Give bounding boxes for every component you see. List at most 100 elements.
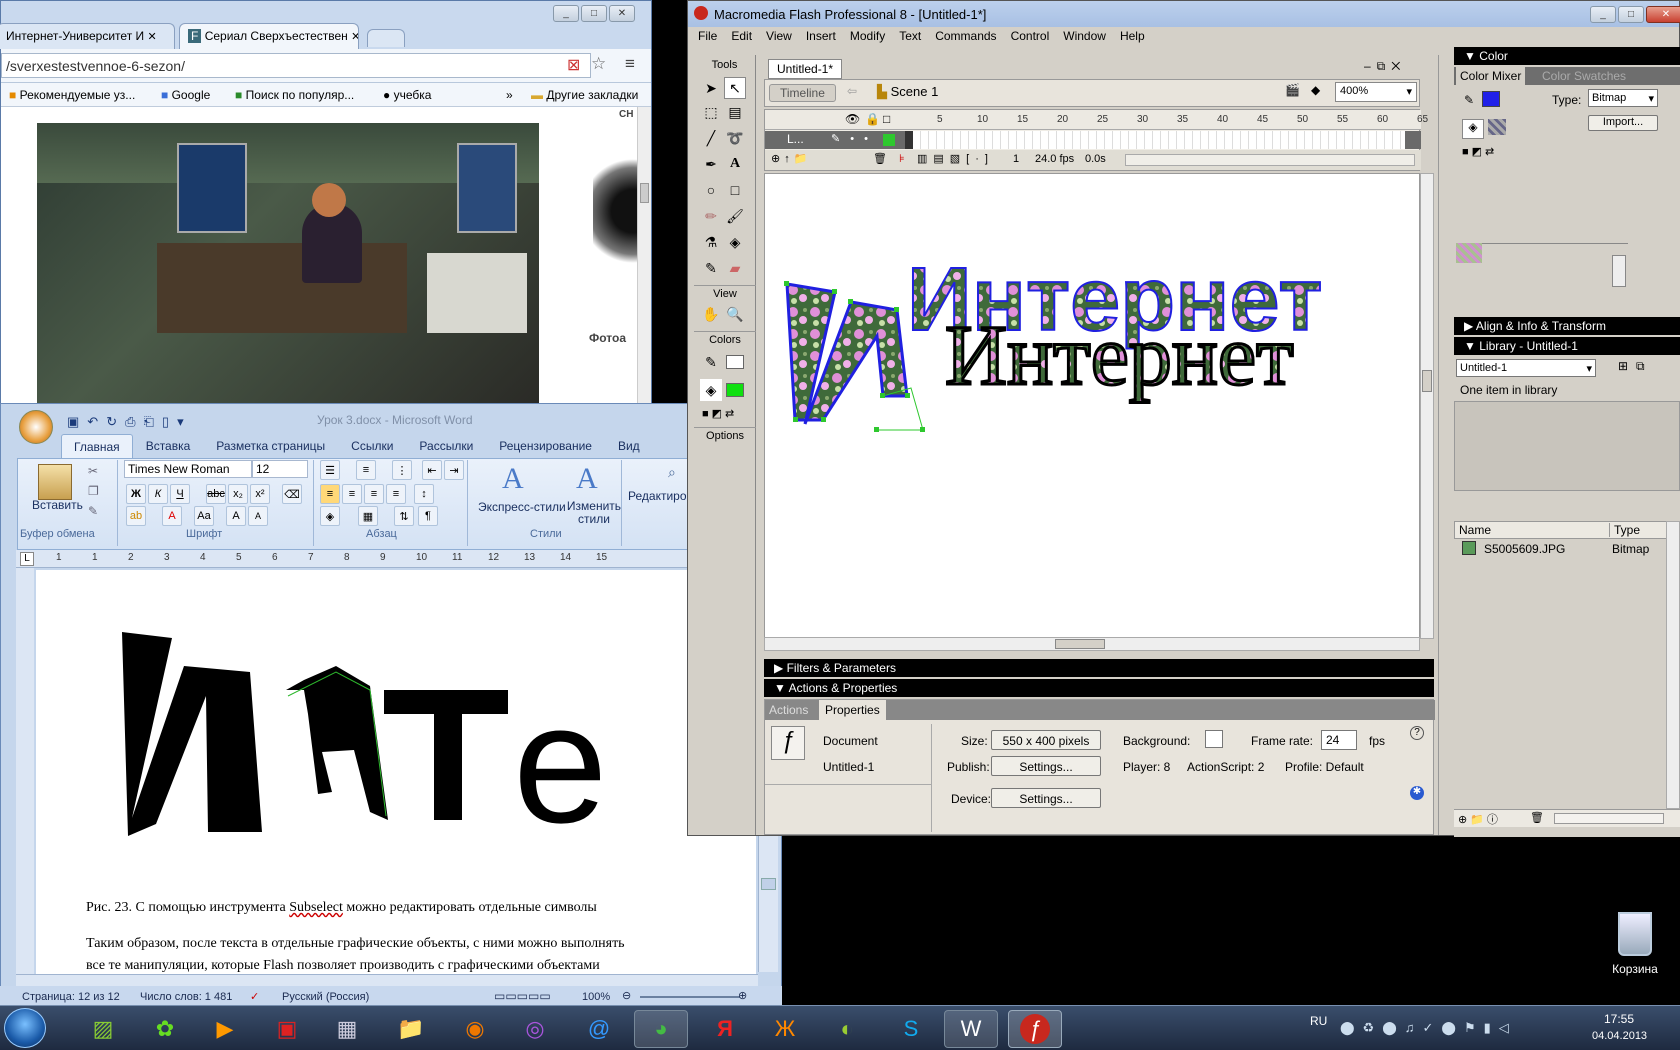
clock-date[interactable]: 04.04.2013 bbox=[1592, 1030, 1647, 1042]
quick-styles-icon[interactable]: A bbox=[502, 462, 524, 496]
bookmarks-overflow[interactable]: » bbox=[506, 88, 513, 102]
minimize-icon[interactable]: _ bbox=[1590, 6, 1616, 23]
tab-home[interactable]: Главная bbox=[61, 434, 133, 459]
pen-tool-icon[interactable]: ✒ bbox=[700, 153, 722, 175]
superscript-button[interactable]: x² bbox=[250, 484, 270, 504]
color-swap-icons[interactable]: ■◩⇄ bbox=[702, 407, 737, 420]
scroll-thumb[interactable] bbox=[1422, 370, 1432, 392]
bookmark-other[interactable]: ▬ Другие закладки bbox=[531, 88, 638, 102]
text-tool-icon[interactable]: A bbox=[724, 153, 746, 175]
change-styles-button[interactable]: Изменить стили bbox=[564, 500, 624, 526]
close-icon[interactable]: ✕ bbox=[351, 31, 358, 43]
start-button[interactable] bbox=[4, 1008, 46, 1048]
menu-text[interactable]: Text bbox=[899, 29, 921, 43]
line-tool-icon[interactable]: ╱ bbox=[700, 127, 722, 149]
odnoklassniki-icon[interactable]: Ж bbox=[758, 1010, 812, 1048]
fill-bucket-icon[interactable]: ◈ bbox=[1462, 119, 1484, 139]
gradient-transform-tool-icon[interactable]: ▤ bbox=[724, 101, 746, 123]
increase-indent-button[interactable]: ⇥ bbox=[444, 460, 464, 480]
arrow-tool-icon[interactable]: ➤ bbox=[700, 77, 722, 99]
firefox-icon[interactable]: ◉ bbox=[448, 1010, 502, 1048]
word-hscrollbar[interactable] bbox=[16, 974, 758, 986]
italic-button[interactable]: К bbox=[148, 484, 168, 504]
star-icon[interactable]: ☆ bbox=[591, 54, 606, 74]
paste-icon[interactable] bbox=[38, 464, 72, 500]
language-indicator[interactable]: RU bbox=[1310, 1014, 1327, 1028]
scroll-thumb[interactable] bbox=[761, 878, 776, 890]
tab-view[interactable]: Вид bbox=[605, 434, 653, 459]
view-buttons[interactable]: ▭▭▭▭▭ bbox=[494, 989, 551, 1003]
icq-icon[interactable]: ✿ bbox=[138, 1010, 192, 1048]
timeline-hscroll[interactable] bbox=[1125, 154, 1415, 166]
save-icon[interactable]: ▣ bbox=[67, 414, 79, 430]
layer-toggles[interactable]: ✎•• bbox=[831, 132, 878, 145]
grow-font-button[interactable]: A bbox=[226, 506, 246, 526]
print-icon[interactable]: ⎗ bbox=[144, 414, 154, 430]
status-language[interactable]: Русский (Россия) bbox=[282, 991, 369, 1003]
import-button[interactable]: Import... bbox=[1588, 115, 1658, 131]
show-marks-button[interactable]: ¶ bbox=[418, 506, 438, 526]
horizontal-ruler[interactable]: L 1 1 2 3 4 5 6 7 8 9 10 11 12 13 14 15 bbox=[16, 550, 781, 568]
status-words[interactable]: Число слов: 1 481 bbox=[140, 991, 232, 1003]
menu-icon[interactable]: ≡ bbox=[625, 54, 635, 74]
layer-row[interactable]: L... ✎•• bbox=[765, 131, 1421, 149]
office-button[interactable] bbox=[19, 410, 53, 444]
zoom-in-icon[interactable]: ⊕ bbox=[738, 989, 747, 1002]
actions-properties-bar[interactable]: ▼ Actions & Properties bbox=[764, 679, 1434, 697]
scroll-thumb[interactable] bbox=[1055, 639, 1105, 649]
clock-time[interactable]: 17:55 bbox=[1604, 1012, 1634, 1026]
maximize-icon[interactable]: □ bbox=[581, 5, 607, 22]
skype-icon[interactable]: S bbox=[884, 1010, 938, 1048]
bold-button[interactable]: Ж bbox=[126, 484, 146, 504]
chrome-taskbar-icon[interactable]: ◕ bbox=[634, 1010, 688, 1048]
strikethrough-button[interactable]: abc bbox=[206, 484, 226, 504]
spellcheck-icon[interactable]: ✓ bbox=[250, 990, 259, 1003]
cut-icon[interactable]: ✂ bbox=[88, 464, 98, 478]
library-hscroll[interactable] bbox=[1554, 813, 1664, 824]
quick-styles-button[interactable]: Экспресс-стили bbox=[478, 500, 566, 514]
type-select[interactable]: Bitmap ▾ bbox=[1588, 89, 1658, 107]
brush-tool-icon[interactable]: 🖌 bbox=[724, 205, 746, 227]
publish-settings-button[interactable]: Settings... bbox=[991, 756, 1101, 776]
document-page[interactable]: е Рис. 23. С помощью инструмента Subsele… bbox=[36, 570, 756, 974]
change-styles-icon[interactable]: A bbox=[576, 462, 598, 496]
font-name-select[interactable]: Times New Roman bbox=[124, 460, 252, 478]
keyframe[interactable] bbox=[905, 131, 913, 149]
shading-button[interactable]: ◈ bbox=[320, 506, 340, 526]
ink-bottle-tool-icon[interactable]: ⚗ bbox=[700, 231, 722, 253]
clear-format-button[interactable]: ⌫ bbox=[282, 484, 302, 504]
zoom-out-icon[interactable]: ⊖ bbox=[622, 989, 631, 1002]
underline-button[interactable]: Ч bbox=[170, 484, 190, 504]
tab-properties[interactable]: Properties bbox=[819, 700, 886, 720]
stroke-color-icon[interactable]: ✎ bbox=[700, 351, 722, 373]
tab-review[interactable]: Рецензирование bbox=[486, 434, 605, 459]
col-name[interactable]: Name bbox=[1459, 523, 1491, 537]
chrome-scrollbar[interactable] bbox=[637, 107, 651, 405]
bookmark-search[interactable]: ■ Поиск по популяр... bbox=[235, 88, 354, 102]
center-frame-icon[interactable]: ⊧ bbox=[899, 152, 905, 165]
layer-buttons[interactable]: ⊕↑📁 bbox=[771, 152, 811, 165]
media-player-icon[interactable]: ▶ bbox=[198, 1010, 252, 1048]
stroke-swatch[interactable] bbox=[1482, 91, 1500, 107]
subscript-button[interactable]: x₂ bbox=[228, 484, 248, 504]
tab-color-mixer[interactable]: Color Mixer bbox=[1456, 67, 1526, 85]
framerate-input[interactable]: 24 bbox=[1321, 730, 1357, 750]
stroke-color-swatch[interactable] bbox=[726, 355, 744, 369]
rectangle-tool-icon[interactable]: □ bbox=[724, 179, 746, 201]
reload-stop-icon[interactable]: ⊠ bbox=[567, 55, 580, 75]
menu-edit[interactable]: Edit bbox=[731, 29, 752, 43]
save-disk-icon[interactable]: ▣ bbox=[260, 1010, 314, 1048]
lock-icon[interactable]: 🔒 bbox=[865, 112, 880, 126]
align-panel-bar[interactable]: ▶ Align & Info & Transform bbox=[1454, 317, 1680, 335]
lasso-tool-icon[interactable]: ➰ bbox=[724, 127, 746, 149]
stage-hscroll[interactable] bbox=[764, 637, 1420, 651]
align-center-button[interactable]: ≡ bbox=[342, 484, 362, 504]
library-panel-bar[interactable]: ▼ Library - Untitled-1 bbox=[1454, 337, 1680, 355]
font-size-select[interactable]: 12 bbox=[252, 460, 308, 478]
bullets-button[interactable]: ☰ bbox=[320, 460, 340, 480]
calculator-icon[interactable]: ▦ bbox=[320, 1010, 374, 1048]
word-taskbar-icon[interactable]: W bbox=[944, 1010, 998, 1048]
menu-file[interactable]: File bbox=[698, 29, 717, 43]
borders-button[interactable]: ▦ bbox=[358, 506, 378, 526]
color-panel-bar[interactable]: ▼ Color bbox=[1454, 47, 1680, 65]
